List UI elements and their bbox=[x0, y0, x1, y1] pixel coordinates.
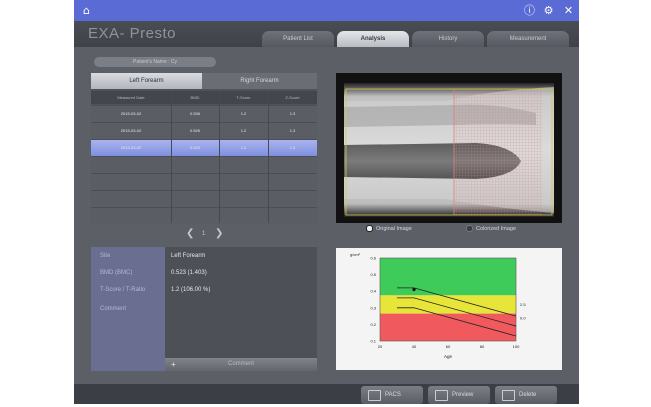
tab-measurement[interactable]: Measurement bbox=[487, 31, 569, 47]
table-row[interactable]: 2015-03-02 0.526 1.2 1.3 bbox=[91, 122, 317, 139]
x-tick-label: 60 bbox=[446, 344, 451, 349]
column-divider bbox=[219, 91, 220, 223]
cell-t-score: 1.2 bbox=[240, 145, 247, 150]
bmd-label: BMD (BMC) bbox=[100, 270, 133, 276]
result-info-panel: Site BMD (BMC) T-Score / T-Ratio Comment… bbox=[91, 247, 317, 371]
cell-date: 2015-03-02 bbox=[120, 128, 142, 133]
cell-z-score: 1.3 bbox=[289, 111, 296, 116]
cell-bmd: 0.536 bbox=[189, 111, 200, 116]
colorized-image-label: Colorized Image bbox=[476, 225, 517, 232]
original-image-option[interactable]: Original Image bbox=[366, 225, 412, 232]
col-z-score: Z-Score bbox=[285, 95, 300, 100]
measurement-panel: Left Forearm Right Forearm Measured Date… bbox=[91, 73, 317, 224]
y-tick-label: 0.1 bbox=[370, 339, 376, 344]
preview-button[interactable]: Preview bbox=[428, 386, 490, 404]
close-icon[interactable]: ✕ bbox=[561, 3, 576, 18]
preview-button-label: Preview bbox=[452, 392, 474, 398]
gear-icon[interactable]: ⚙ bbox=[541, 3, 556, 18]
forearm-scan-image bbox=[344, 83, 554, 217]
y-tick-label: 0.3 bbox=[370, 305, 376, 310]
prev-page-button[interactable]: ❮ bbox=[186, 228, 194, 239]
comment-label: Comment bbox=[100, 306, 127, 312]
y-tick-label: 0.2 bbox=[370, 322, 376, 327]
tab-patient-list[interactable]: Patient List bbox=[262, 31, 334, 47]
info-icon[interactable]: ⓘ bbox=[522, 3, 537, 18]
site-value: Left Forearm bbox=[171, 253, 206, 259]
radio-unselected-icon bbox=[466, 225, 473, 232]
next-page-button[interactable]: ❯ bbox=[215, 228, 223, 239]
info-label-column: Site BMD (BMC) T-Score / T-Ratio Comment bbox=[91, 247, 165, 371]
bmd-chart: 20 40 60 80 100 0.1 0.2 0.3 0.4 0.5 0.6 2.5 0.0 g/cm²… bbox=[336, 248, 562, 370]
right-tick-label: 0.0 bbox=[520, 315, 526, 320]
table-row-empty bbox=[91, 156, 317, 173]
table-header: Measured Date BMD T-Score Z-Score bbox=[91, 91, 317, 104]
y-tick-label: 0.4 bbox=[370, 289, 376, 294]
score-label: T-Score / T-Ratio bbox=[100, 287, 146, 293]
y-tick-label: 0.5 bbox=[370, 272, 376, 277]
comment-button-label: Comment bbox=[227, 361, 254, 367]
x-tick-label: 100 bbox=[513, 344, 520, 349]
y-axis-label: g/cm² bbox=[350, 252, 361, 257]
x-tick-label: 20 bbox=[378, 344, 383, 349]
chart-band bbox=[380, 313, 516, 341]
title-bar: ⌂ ⓘ ⚙ ✕ bbox=[74, 0, 579, 21]
column-divider bbox=[268, 91, 269, 223]
cell-z-score: 1.3 bbox=[289, 145, 296, 150]
bottom-toolbar: PACS Preview Delete bbox=[74, 384, 579, 404]
colorized-image-option[interactable]: Colorized Image bbox=[466, 225, 516, 232]
plus-icon: + bbox=[171, 360, 176, 369]
tab-left-forearm[interactable]: Left Forearm bbox=[91, 73, 202, 89]
pacs-button[interactable]: PACS bbox=[361, 386, 423, 404]
patient-name: Patient's Name : Cy bbox=[94, 57, 216, 67]
cell-date: 2015-03-02 bbox=[120, 145, 142, 150]
pacs-icon bbox=[368, 390, 381, 401]
cell-t-score: 1.2 bbox=[240, 111, 247, 116]
xray-image[interactable] bbox=[336, 73, 562, 223]
bmd-value: 0.523 (1.403) bbox=[171, 270, 207, 276]
data-point bbox=[412, 287, 416, 292]
table-row[interactable]: 2015-03-02 0.536 1.2 1.3 bbox=[91, 105, 317, 122]
x-tick-label: 80 bbox=[480, 344, 485, 349]
tab-history[interactable]: History bbox=[412, 31, 484, 47]
col-t-score: T-Score bbox=[236, 95, 251, 100]
table-row-empty bbox=[91, 173, 317, 190]
table-row-empty bbox=[91, 207, 317, 224]
pacs-button-label: PACS bbox=[385, 392, 401, 398]
bmd-chart-svg: 20 40 60 80 100 0.1 0.2 0.3 0.4 0.5 0.6 2.5 0.0 g/cm²… bbox=[336, 248, 562, 370]
radio-selected-icon bbox=[366, 225, 373, 232]
tab-analysis[interactable]: Analysis bbox=[337, 31, 409, 47]
cell-bmd: 0.523 bbox=[189, 145, 200, 150]
cell-z-score: 1.3 bbox=[289, 128, 296, 133]
printer-icon bbox=[435, 390, 448, 401]
cell-t-score: 1.2 bbox=[240, 128, 247, 133]
column-divider bbox=[171, 91, 172, 223]
x-tick-label: 40 bbox=[412, 344, 417, 349]
tab-right-forearm[interactable]: Right Forearm bbox=[202, 73, 317, 89]
y-tick-label: 0.6 bbox=[370, 256, 376, 261]
trash-icon bbox=[502, 390, 515, 401]
page-number: 1 bbox=[202, 231, 206, 237]
cell-date: 2015-03-02 bbox=[120, 111, 142, 116]
x-axis-label: Age bbox=[444, 354, 453, 359]
score-value: 1.2 (106.00 %) bbox=[171, 287, 211, 293]
col-measured-date: Measured Date bbox=[117, 95, 145, 100]
site-label: Site bbox=[100, 253, 111, 259]
table-row-selected[interactable]: 2015-03-02 0.523 1.2 1.3 bbox=[91, 139, 317, 156]
delete-button-label: Delete bbox=[519, 392, 537, 398]
header: EXA- Presto Patient List Analysis Histor… bbox=[74, 21, 579, 47]
col-bmd: BMD bbox=[190, 95, 200, 100]
app-title: EXA- Presto bbox=[88, 25, 177, 42]
cell-bmd: 0.526 bbox=[189, 128, 200, 133]
right-tick-label: 2.5 bbox=[520, 302, 526, 307]
original-image-label: Original Image bbox=[376, 225, 412, 232]
app-window: ⌂ ⓘ ⚙ ✕ EXA- Presto Patient List Analysi… bbox=[74, 0, 579, 404]
table-row-empty bbox=[91, 190, 317, 207]
comment-button[interactable]: + Comment bbox=[165, 358, 317, 371]
delete-button[interactable]: Delete bbox=[495, 386, 557, 404]
home-icon[interactable]: ⌂ bbox=[79, 3, 94, 18]
chart-band bbox=[380, 258, 516, 296]
